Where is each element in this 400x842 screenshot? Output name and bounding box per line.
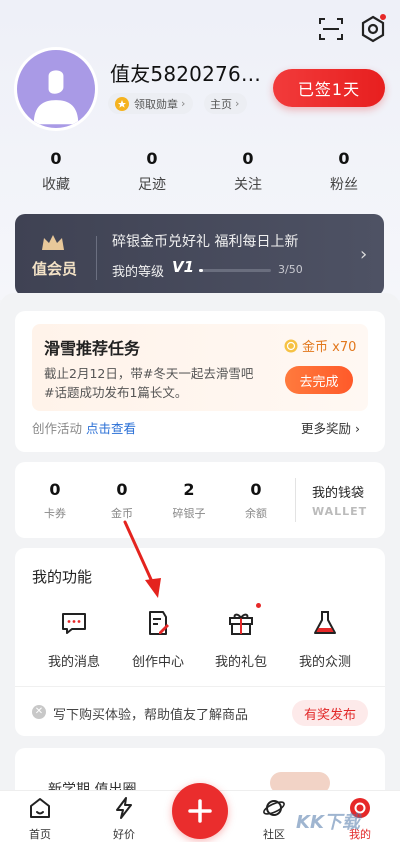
functions-title: 我的功能	[32, 568, 93, 586]
planet-icon	[263, 800, 285, 816]
message-icon	[62, 613, 86, 634]
wallet-title[interactable]: 我的钱袋	[312, 482, 364, 501]
stat-favorites[interactable]: 0 收藏	[16, 149, 96, 194]
chevron-right-icon: ›	[235, 97, 240, 110]
chevron-right-icon: ›	[181, 97, 186, 110]
wallet-label: 余额	[245, 507, 267, 520]
wallet-value: 0	[116, 480, 128, 499]
home-icon	[30, 798, 50, 818]
flask-icon	[314, 611, 336, 634]
username: 值友5820276…	[110, 62, 262, 86]
stat-followers[interactable]: 0 粉丝	[304, 149, 384, 194]
task-complete-button[interactable]: 去完成	[285, 366, 353, 394]
publish-review-button[interactable]: 有奖发布	[292, 700, 368, 726]
notice-text: 写下购买体验，帮助值友了解商品	[53, 708, 249, 723]
nav-deals[interactable]: 好价	[94, 796, 154, 842]
lightning-icon	[116, 797, 132, 819]
nav-community[interactable]: 社区	[244, 796, 304, 842]
vip-level-label: 我的等级	[112, 265, 165, 280]
stat-label: 收藏	[42, 177, 70, 193]
stat-label: 粉丝	[330, 177, 358, 193]
medal-icon	[115, 96, 129, 111]
close-icon[interactable]: ✕	[32, 705, 46, 719]
stat-label: 足迹	[138, 177, 166, 193]
plus-icon	[188, 799, 212, 823]
stat-value: 0	[242, 149, 254, 168]
stat-following[interactable]: 0 关注	[208, 149, 288, 194]
nav-label: 好价	[113, 828, 135, 841]
avatar[interactable]	[14, 47, 98, 131]
badge-chip-label: 领取勋章	[134, 97, 178, 111]
task-footer-prefix: 创作活动	[32, 421, 83, 436]
wallet-divider	[295, 478, 296, 522]
function-messages[interactable]: 我的消息	[34, 608, 114, 670]
task-reward: 金币 x70	[284, 336, 356, 355]
nav-label: 社区	[263, 828, 285, 841]
scan-icon[interactable]	[318, 16, 344, 42]
notification-dot	[256, 603, 261, 608]
wallet-value: 0	[49, 480, 61, 499]
task-title: 滑雪推荐任务	[44, 339, 141, 358]
function-label: 我的消息	[47, 655, 100, 670]
task-reward-text: 金币 x70	[302, 340, 357, 355]
wallet-subtitle: WALLET	[312, 505, 368, 518]
stat-history[interactable]: 0 足迹	[112, 149, 192, 194]
wallet-value: 2	[183, 480, 195, 499]
stat-value: 0	[50, 149, 62, 168]
vip-level: V1	[172, 258, 195, 276]
nav-home[interactable]: 首页	[10, 796, 70, 842]
stat-label: 关注	[234, 177, 262, 193]
task-description-line-1: 截止2月12日，带#冬天一起去滑雪吧	[44, 366, 254, 381]
function-creation-center[interactable]: 创作中心	[118, 608, 198, 670]
task-footer-link[interactable]: 点击查看	[86, 421, 136, 436]
wallet-balance[interactable]: 0 余额	[220, 480, 292, 521]
wallet-label: 碎银子	[172, 507, 206, 520]
vip-progress-fill	[199, 269, 204, 272]
vip-banner[interactable]	[15, 214, 384, 296]
home-chip-label: 主页	[210, 97, 232, 111]
watermark: KK下载	[296, 812, 360, 833]
badge-chip[interactable]: 领取勋章 ›	[108, 93, 194, 114]
home-chip[interactable]: 主页 ›	[204, 93, 248, 114]
signin-button[interactable]: 已签1天	[273, 69, 385, 107]
wallet-value: 0	[250, 480, 262, 499]
wallet-silver[interactable]: 2 碎银子	[153, 480, 225, 521]
edit-icon	[149, 611, 169, 635]
task-footer: 创作活动 点击查看	[32, 418, 136, 437]
nav-label: 首页	[29, 828, 51, 841]
notification-dot	[380, 14, 386, 20]
coin-icon	[284, 339, 298, 352]
more-rewards-link[interactable]: 更多奖励 ›	[301, 418, 360, 437]
task-description-line-2: #话题成功发布1篇长文。	[44, 385, 188, 400]
vip-divider	[96, 236, 97, 280]
stat-value: 0	[338, 149, 350, 168]
vip-title: 碎银金币兑好礼 福利每日上新	[112, 234, 299, 250]
function-label: 我的众测	[298, 655, 351, 670]
function-gift-pack[interactable]: 我的礼包	[201, 608, 281, 670]
crown-icon	[42, 235, 64, 250]
wallet-coins[interactable]: 0 金币	[86, 480, 158, 521]
vip-progress-text: 3/50	[278, 263, 303, 276]
function-label: 创作中心	[131, 655, 184, 670]
functions-divider	[15, 686, 385, 687]
function-crowd-test[interactable]: 我的众测	[285, 608, 365, 670]
avatar-placeholder-icon	[33, 70, 79, 125]
wallet-coupons[interactable]: 0 卡券	[19, 480, 91, 521]
publish-fab-button[interactable]	[172, 783, 228, 839]
wallet-label: 卡券	[44, 507, 66, 520]
stat-value: 0	[146, 149, 158, 168]
gift-icon	[229, 613, 253, 635]
function-label: 我的礼包	[214, 655, 267, 670]
wallet-label: 金币	[111, 507, 133, 520]
chevron-right-icon[interactable]: ›	[360, 244, 367, 265]
vip-label: 值会员	[32, 260, 78, 278]
vip-progress-bar	[199, 269, 271, 272]
